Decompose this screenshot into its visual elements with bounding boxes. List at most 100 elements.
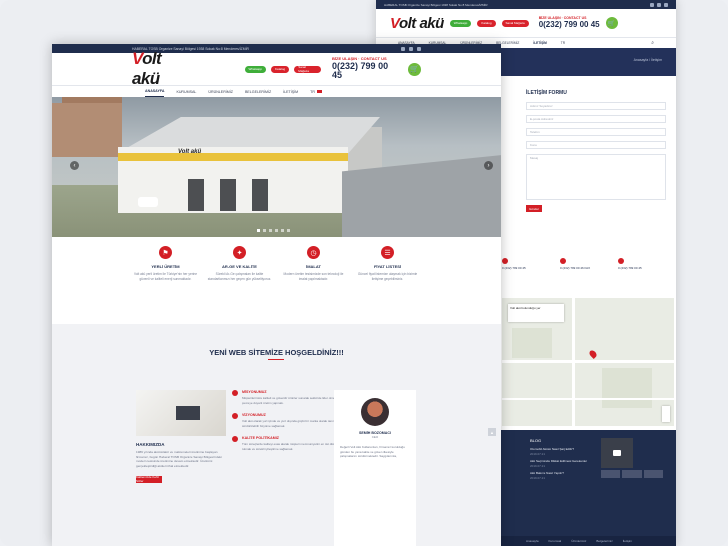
slider-dots: [257, 229, 290, 232]
slider-dot[interactable]: [287, 229, 290, 232]
instagram-icon[interactable]: [664, 2, 668, 7]
fax-icon: [560, 258, 566, 264]
footer-link[interactable]: Ürünlerimiz: [571, 539, 586, 543]
contact-info-row: 0 (232) 799 00 45 0 (232) 799 00 46 FAX …: [502, 258, 670, 270]
quality-policy-item: KALİTE POLİTİKAMIZ Tüm süreçlerde kalitey…: [232, 436, 346, 451]
whatsapp-button[interactable]: Whatsapp: [244, 65, 267, 73]
facebook-icon[interactable]: [650, 2, 654, 7]
back-whatsapp-button[interactable]: Whatsapp: [449, 19, 472, 27]
location-map[interactable]: Volt akü bulunduğu yer: [502, 298, 674, 426]
slider-dot[interactable]: [263, 229, 266, 232]
back-cart-icon[interactable]: 🛒: [605, 17, 618, 29]
name-field[interactable]: Adınız Soyadınız: [526, 102, 666, 110]
subject-field[interactable]: Konu: [526, 141, 666, 149]
footer-video[interactable]: [601, 438, 633, 468]
nav-home[interactable]: ANASAYFA: [145, 86, 165, 97]
nav-language[interactable]: TR: [310, 86, 322, 97]
back-store-button[interactable]: Sanal Mağaza: [501, 19, 529, 27]
about-block: HAKKIMIZDA 1989 yılında akümülatör ve ma…: [136, 390, 226, 483]
front-topbar: HABERAL TOSB Organize Sanayi Bölgesi 193…: [52, 44, 501, 53]
map-zoom-control[interactable]: [662, 406, 670, 422]
back-nav-language[interactable]: TR: [561, 41, 565, 45]
facebook-icon[interactable]: [401, 46, 405, 51]
bullet-icon: [232, 390, 238, 396]
about-title: HAKKIMIZDA: [136, 442, 165, 447]
back-call-block: BİZE ULAŞIN · CONTACT US 0(232) 799 00 4…: [538, 15, 600, 29]
contact-form-title: İLETİŞİM FORMU: [526, 90, 567, 96]
main-nav: ANASAYFA KURUMSAL ÜRÜNLERİMİZ BELGELERİM…: [52, 85, 501, 97]
contact-phone-1[interactable]: 0 (232) 799 00 45: [502, 258, 554, 270]
nav-products[interactable]: ÜRÜNLERİMİZ: [208, 86, 233, 97]
turkey-flag-icon: [316, 90, 322, 93]
home-page-preview: HABERAL TOSB Organize Sanayi Bölgesi 193…: [52, 44, 501, 546]
feature-rnd-quality: ✦ AR-GE VE KALİTE Sürekli Ar-Ge çalışmal…: [207, 242, 273, 322]
ceo-role: CEO: [371, 435, 379, 439]
title-divider: [268, 359, 284, 360]
email-field[interactable]: E-posta Adresiniz: [526, 115, 666, 123]
ceo-message: Değerli Volt Akü Kullanıcıları, firmamız…: [340, 445, 405, 459]
phone-icon: [618, 258, 624, 264]
map-pin-icon[interactable]: [588, 349, 598, 359]
back-logo[interactable]: Volt akü: [390, 15, 444, 32]
quality-icon: ✦: [233, 246, 246, 259]
about-image: [136, 390, 226, 436]
phone-field[interactable]: Telefon: [526, 128, 666, 136]
search-icon[interactable]: ⌕: [651, 40, 654, 46]
welcome-section: YENİ WEB SİTEMİZE HOŞGELDİNİZ!!! HAKKIMI…: [52, 324, 501, 546]
feature-local-production: ⚑ YERLİ ÜRETİM Volt akü yerli üretim ile…: [133, 242, 199, 322]
values-list: MİSYONUMUZ Müşterilerimize kaliteli ve gü…: [232, 390, 346, 459]
clock-icon: ◷: [307, 246, 320, 259]
about-button[interactable]: Kalitemizde Kefiz Sizler: [136, 475, 162, 483]
breadcrumb[interactable]: Anasayfa / İletişim: [634, 58, 662, 62]
cart-icon[interactable]: 🛒: [408, 62, 421, 76]
front-call-block: BİZE ULAŞIN · CONTACT US 0(232) 799 00 4…: [332, 57, 399, 80]
back-nav-contact[interactable]: İLETİŞİM: [533, 41, 546, 45]
slider-next-button[interactable]: ›: [484, 161, 493, 170]
nav-documents[interactable]: BELGELERİMİZ: [245, 86, 271, 97]
back-topbar: HABERAL TOSB Organize Sanayi Bölgesi 193…: [376, 0, 676, 9]
footer-blog: BLOG Otomobil Aküsü Nasıl Şarj Edilir? 2…: [530, 438, 600, 483]
front-social-icons: [401, 46, 421, 51]
instagram-icon[interactable]: [417, 46, 421, 51]
front-logo[interactable]: Volt akü: [132, 49, 192, 89]
bullet-icon: [232, 436, 238, 442]
list-icon: ☰: [381, 246, 394, 259]
about-text: 1989 yılında akümülatör ve malzemeleri ü…: [136, 450, 222, 468]
hero-slider[interactable]: Volt akü ‹ ›: [52, 97, 501, 237]
phone-icon: [502, 258, 508, 264]
slider-dot[interactable]: [275, 229, 278, 232]
contact-form: İLETİŞİM FORMU Adınız Soyadınız E-posta …: [526, 90, 666, 212]
slider-dot[interactable]: [269, 229, 272, 232]
feature-price-list[interactable]: ☰ FİYAT LİSTESİ Güncel fiyat listemize u…: [355, 242, 421, 322]
back-topbar-address: HABERAL TOSB Organize Sanayi Bölgesi 193…: [384, 2, 488, 7]
scroll-to-top-button[interactable]: ▲: [488, 428, 496, 436]
slider-prev-button[interactable]: ‹: [70, 161, 79, 170]
twitter-icon[interactable]: [657, 2, 661, 7]
contact-fax[interactable]: 0 (232) 799 00 46 FAX: [560, 258, 612, 270]
front-phone[interactable]: 0(232) 799 00 45: [332, 61, 399, 81]
play-icon[interactable]: [613, 450, 621, 456]
bullet-icon: [232, 413, 238, 419]
contact-phone-2[interactable]: 0 (232) 799 00 45: [618, 258, 670, 270]
footer-link[interactable]: Belgelerimiz: [596, 539, 612, 543]
footer-link[interactable]: İletişim: [623, 539, 632, 543]
feature-manufacturing: ◷ İMALAT Modern üretim tesisimizde son t…: [281, 242, 347, 322]
screenshot-frame: HABERAL TOSB Organize Sanayi Bölgesi 193…: [0, 0, 728, 546]
slider-dot[interactable]: [281, 229, 284, 232]
store-button[interactable]: Sanal Mağaza: [294, 65, 322, 73]
nav-contact[interactable]: İLETİŞİM: [283, 86, 298, 97]
nav-corporate[interactable]: KURUMSAL: [176, 86, 196, 97]
message-field[interactable]: Mesaj: [526, 154, 666, 200]
slider-dot[interactable]: [257, 229, 260, 232]
back-phone[interactable]: 0(232) 799 00 45: [539, 20, 600, 29]
ceo-card: SEMİH BOZOMACI CEO Değerli Volt Akü Kull…: [334, 390, 416, 546]
submit-button[interactable]: Gönder: [526, 205, 542, 212]
footer-link[interactable]: Anasayfa: [526, 539, 539, 543]
footer-link[interactable]: Kurumsal: [549, 539, 562, 543]
factory-sign: Volt akü: [178, 149, 202, 155]
flag-icon: ⚑: [159, 246, 172, 259]
back-catalog-button[interactable]: Katalog: [477, 19, 496, 27]
avatar: [361, 398, 389, 426]
twitter-icon[interactable]: [409, 46, 413, 51]
catalog-button[interactable]: Katalog: [271, 65, 290, 73]
